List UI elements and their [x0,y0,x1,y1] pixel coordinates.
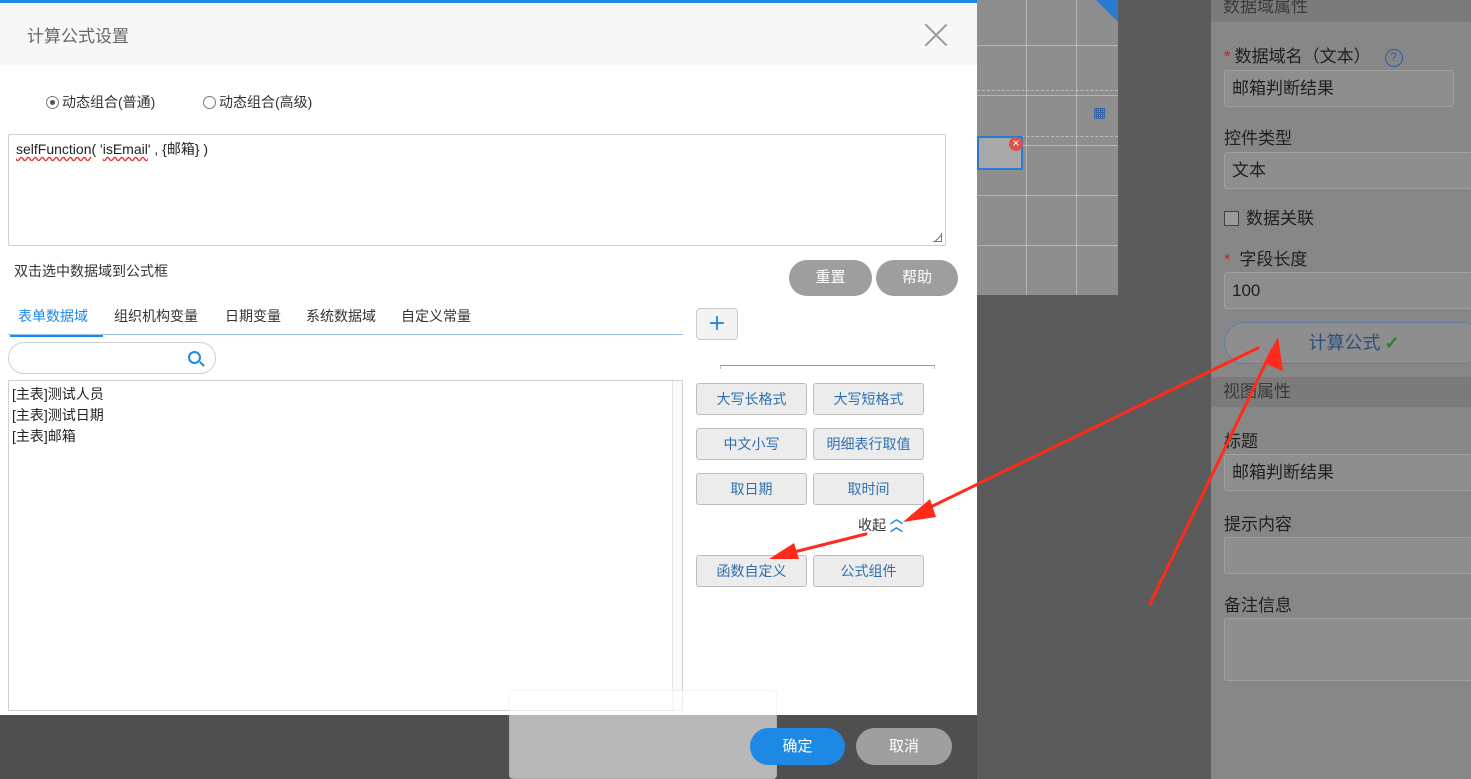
formula-component-button[interactable]: 公式组件 [813,555,924,587]
ghost-popup [509,690,777,779]
chinese-lowercase-button[interactable]: 中文小写 [696,428,807,460]
formula-textarea[interactable]: selfFunction( 'isEmail' , {邮箱} ) [8,134,946,246]
checkmark-icon: ✓ [1384,333,1400,353]
help-icon[interactable]: ? [1384,49,1403,67]
confirm-button[interactable]: 确定 [750,728,845,765]
formula-button[interactable]: 计算公式 ✓ [1224,322,1471,364]
custom-function-button[interactable]: 函数自定义 [696,555,807,587]
data-link-checkbox[interactable] [1224,211,1239,226]
field-length-input[interactable]: 100 [1224,272,1471,309]
list-scrollbar[interactable] [672,381,682,710]
list-item[interactable]: [主表]测试人员 [12,384,104,404]
field-length-label: * 字段长度 [1224,250,1308,269]
resize-grip[interactable] [933,233,942,242]
radio-dot[interactable] [203,95,216,109]
control-type-label: 控件类型 [1224,129,1292,148]
tip-label: 提示内容 [1224,515,1292,534]
field-name-input[interactable]: 邮箱判断结果 [1224,70,1454,107]
remark-textarea[interactable] [1224,618,1471,681]
remark-label: 备注信息 [1224,596,1292,615]
variable-tabs: 表单数据域 组织机构变量 日期变量 系统数据域 自定义常量 [8,300,683,337]
upper-short-format-button[interactable]: 大写短格式 [813,383,924,415]
control-type-select[interactable]: 文本 [1224,152,1471,189]
tab-form-fields[interactable]: 表单数据域 [10,306,103,337]
collapse-toggle[interactable]: 收起 [858,515,886,535]
search-input[interactable] [19,348,179,368]
get-time-button[interactable]: 取时间 [813,473,924,505]
dialog-title: 计算公式设置 [27,27,129,46]
radio-dot[interactable] [46,95,59,109]
data-link-option[interactable]: 数据关联 [1224,204,1314,229]
help-button[interactable]: 帮助 [876,260,958,296]
tip-input[interactable] [1224,537,1471,574]
mode-advanced-radio[interactable]: 动态组合(高级) [203,92,312,112]
property-panel: 数据域属性 * 数据域名（文本）? 邮箱判断结果 控件类型 文本 数据关联 * 字… [1211,0,1471,779]
double-chevron-up-icon[interactable]: ︿ ︿ [890,513,904,534]
list-item[interactable]: [主表]邮箱 [12,426,76,446]
title-input[interactable]: 邮箱判断结果 [1224,454,1471,491]
tab-system-fields[interactable]: 系统数据域 [306,306,376,335]
divider [720,365,935,369]
tab-custom-constants[interactable]: 自定义常量 [401,306,471,335]
section-data-properties: 数据域属性 [1211,0,1471,22]
section-view-properties: 视图属性 [1211,377,1471,407]
dialog-header [0,3,977,65]
upper-long-format-button[interactable]: 大写长格式 [696,383,807,415]
plus-icon[interactable]: + [696,308,738,340]
get-date-button[interactable]: 取日期 [696,473,807,505]
remove-icon[interactable]: × [1009,137,1023,151]
detail-row-value-button[interactable]: 明细表行取值 [813,428,924,460]
mode-normal-radio[interactable]: 动态组合(普通) [46,92,155,112]
title-label: 标题 [1224,432,1258,451]
cancel-button[interactable]: 取消 [856,728,952,765]
tab-date-variables[interactable]: 日期变量 [225,306,281,335]
field-list: [主表]测试人员 [主表]测试日期 [主表]邮箱 [8,380,683,711]
reset-button[interactable]: 重置 [789,260,872,296]
search-box [8,342,216,374]
list-item[interactable]: [主表]测试日期 [12,405,104,425]
calendar-icon: ▦ [1093,105,1107,121]
double-click-hint: 双击选中数据域到公式框 [14,263,168,279]
search-icon[interactable] [188,351,201,364]
tab-org-variables[interactable]: 组织机构变量 [114,306,198,335]
close-icon[interactable] [923,22,949,48]
field-name-label: * 数据域名（文本）? [1224,42,1403,67]
